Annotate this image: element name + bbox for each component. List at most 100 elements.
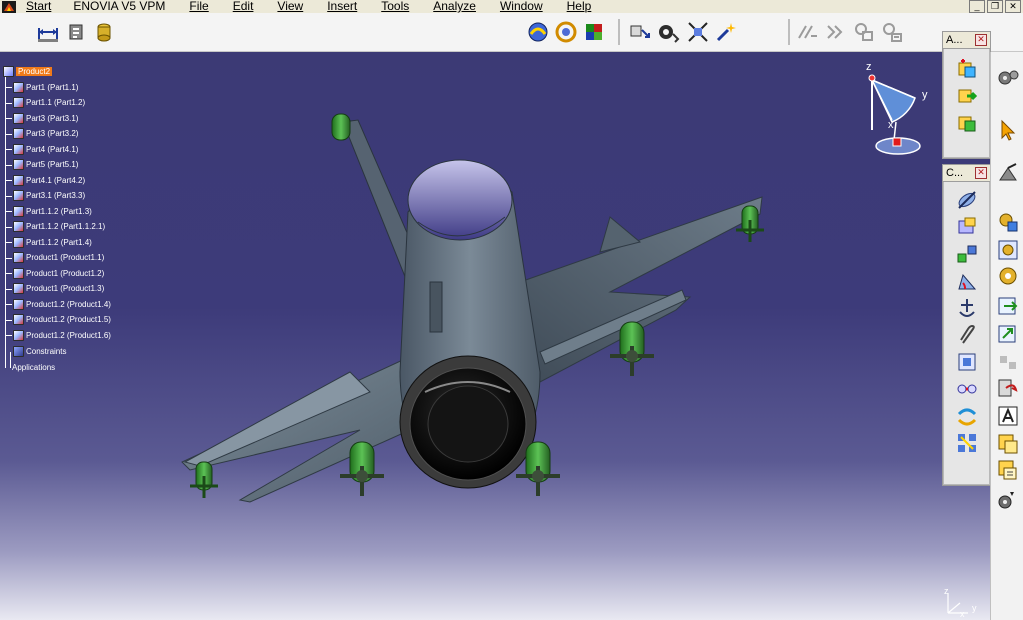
tree-node[interactable]: Part1.1.2 (Part1.1.2.1)	[5, 221, 106, 233]
tree-node[interactable]: Product1.2 (Product1.6)	[5, 329, 111, 341]
rotate-view-icon[interactable]	[554, 20, 578, 44]
tree-node[interactable]: Product1 (Product1.2)	[5, 267, 104, 279]
catia-logo-icon[interactable]	[0, 0, 18, 13]
product-icon[interactable]	[996, 238, 1020, 262]
gears-icon[interactable]	[996, 66, 1020, 90]
normal-view-icon[interactable]	[656, 20, 680, 44]
part-icon	[13, 205, 24, 217]
fix-component-icon[interactable]	[955, 296, 979, 320]
palette-c-titlebar[interactable]: C... ✕	[943, 165, 990, 182]
quick-constraint-icon[interactable]	[955, 350, 979, 374]
missile-fin-top	[331, 113, 351, 141]
new-component-icon[interactable]	[955, 57, 979, 81]
scene-icon[interactable]	[996, 458, 1020, 482]
existing-component-icon[interactable]	[996, 294, 1020, 318]
triad-y-label: y	[972, 603, 977, 613]
menu-enovia[interactable]: ENOVIA V5 VPM	[73, 0, 165, 13]
reorder-icon[interactable]	[996, 350, 1020, 374]
measure-inertia-icon[interactable]	[92, 20, 116, 44]
palette-a-titlebar[interactable]: A... ✕	[943, 32, 990, 49]
menu-start[interactable]: Start	[26, 0, 51, 13]
tree-node[interactable]: Part1.1 (Part1.2)	[5, 97, 85, 109]
select-arrow-icon[interactable]	[996, 118, 1020, 142]
tree-node-label: Part3 (Part3.1)	[26, 113, 79, 123]
minimize-button[interactable]: _	[969, 0, 985, 13]
tree-node[interactable]: Part5 (Part5.1)	[5, 159, 78, 171]
tree-node[interactable]: Product1 (Product1.3)	[5, 283, 104, 295]
coincidence-constraint-icon[interactable]	[955, 188, 979, 212]
close-window-button[interactable]: ✕	[1005, 0, 1021, 13]
tree-node[interactable]: Part1.1.2 (Part1.3)	[5, 205, 92, 217]
3d-viewport[interactable]: Product2 Part1 (Part1.1) Part1.1 (Part1.2…	[0, 52, 990, 620]
tree-node[interactable]: Product1.2 (Product1.4)	[5, 298, 111, 310]
floating-toolbar-a[interactable]: A... ✕	[942, 31, 991, 159]
triad-x-label: x	[960, 609, 965, 619]
reuse-pattern-icon[interactable]	[955, 431, 979, 455]
swap-visible-icon[interactable]	[824, 20, 848, 44]
fly-mode-icon[interactable]	[526, 20, 550, 44]
restore-button[interactable]: ❐	[987, 0, 1003, 13]
tree-node[interactable]: Part3 (Part3.1)	[5, 112, 79, 124]
bill-of-material-icon[interactable]	[996, 432, 1020, 456]
menu-file[interactable]: File	[189, 0, 208, 13]
right-toolbar	[990, 52, 1023, 620]
tree-node-applications[interactable]: Applications	[12, 361, 55, 373]
tree-node[interactable]: Part4 (Part4.1)	[5, 143, 78, 155]
compass-y-label: y	[922, 89, 928, 101]
fix-together-icon[interactable]	[955, 323, 979, 347]
views-icon[interactable]	[880, 20, 904, 44]
tree-node[interactable]: Product1.2 (Product1.5)	[5, 314, 111, 326]
change-constraint-icon[interactable]	[955, 404, 979, 428]
render-style-icon[interactable]	[582, 20, 606, 44]
palette-c-close-icon[interactable]: ✕	[975, 167, 987, 179]
component-icon[interactable]	[996, 264, 1020, 288]
gear-cube-icon[interactable]	[996, 210, 1020, 234]
new-product-icon[interactable]	[955, 84, 979, 108]
part-icon	[13, 159, 24, 170]
part-icon	[13, 221, 24, 232]
part-icon	[13, 81, 24, 93]
tree-node[interactable]: Part3.1 (Part3.3)	[5, 190, 85, 202]
magic-wand-icon[interactable]	[714, 20, 738, 44]
snap-icon[interactable]	[996, 162, 1020, 186]
replace-component-icon[interactable]	[996, 322, 1020, 346]
menu-window[interactable]: Window	[500, 0, 543, 13]
measure-between-icon[interactable]	[36, 20, 60, 44]
compass-icon[interactable]: z y x	[850, 60, 940, 170]
tree-node-constraints[interactable]: Constraints	[13, 345, 66, 357]
text-annotation-icon[interactable]	[996, 404, 1020, 428]
part-icon	[13, 314, 24, 325]
measure-item-icon[interactable]	[64, 20, 88, 44]
menu-edit[interactable]: Edit	[233, 0, 254, 13]
offset-constraint-icon[interactable]	[955, 242, 979, 266]
tree-node-label: Product1.2 (Product1.6)	[26, 330, 111, 340]
tree-branch-line	[10, 352, 11, 368]
pan-icon[interactable]	[628, 20, 652, 44]
menu-view[interactable]: View	[277, 0, 303, 13]
menu-analyze[interactable]: Analyze	[433, 0, 476, 13]
tree-node-label: Part1.1.2 (Part1.1.2.1)	[26, 222, 106, 231]
floating-toolbar-c[interactable]: C... ✕	[942, 164, 991, 486]
tree-node[interactable]: Part1 (Part1.1)	[5, 81, 78, 93]
tree-root-product2[interactable]: Product2	[3, 65, 53, 77]
contact-constraint-icon[interactable]	[955, 215, 979, 239]
menu-tools[interactable]: Tools	[381, 0, 409, 13]
menu-help[interactable]: Help	[567, 0, 592, 13]
hide-show-icon[interactable]	[796, 20, 820, 44]
angle-constraint-icon[interactable]	[955, 269, 979, 293]
aircraft-model[interactable]	[0, 52, 990, 620]
tree-node[interactable]: Part1.1.2 (Part1.4)	[5, 236, 92, 248]
window-controls: _ ❐ ✕	[969, 0, 1021, 13]
new-part-icon[interactable]	[955, 111, 979, 135]
tree-node[interactable]: Part3 (Part3.2)	[5, 128, 78, 140]
menu-insert[interactable]: Insert	[327, 0, 357, 13]
tree-node[interactable]: Part4.1 (Part4.2)	[5, 174, 85, 186]
sectioning-icon[interactable]	[996, 488, 1020, 512]
constraints-icon	[13, 345, 24, 357]
fit-all-icon[interactable]	[686, 20, 710, 44]
tree-node[interactable]: Product1 (Product1.1)	[5, 252, 104, 264]
palette-a-close-icon[interactable]: ✕	[975, 34, 987, 46]
flexible-rigid-icon[interactable]	[955, 377, 979, 401]
manipulate-icon[interactable]	[996, 376, 1020, 400]
multi-view-icon[interactable]	[852, 20, 876, 44]
